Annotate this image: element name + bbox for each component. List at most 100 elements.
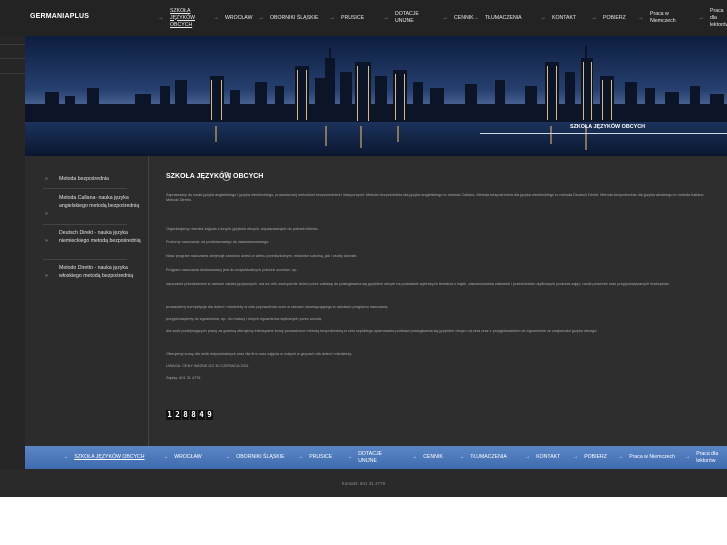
nav-item[interactable]: → SZKOŁA JĘZYKÓW OBCYCH xyxy=(158,0,208,36)
city-skyline-image xyxy=(25,36,727,156)
double-arrow-right-icon: » xyxy=(45,176,48,182)
nav-item-label: CENNIK xyxy=(454,14,474,21)
arrow-right-icon: → xyxy=(213,14,219,21)
bottom-nav-item[interactable]: → Praca dla lektorów xyxy=(685,446,725,469)
bottom-nav-item-label: WROCŁAW xyxy=(174,454,202,460)
arrow-right-icon: → xyxy=(573,454,579,460)
arrow-right-icon: → xyxy=(473,14,479,21)
arrow-right-icon: → xyxy=(459,454,465,460)
nav-item[interactable]: → DOTACJE UNIJNE xyxy=(383,0,438,36)
bottom-nav-item[interactable]: → POBIERZ xyxy=(573,446,613,469)
bottom-nav-item[interactable]: → DOTACJE UNIJNE xyxy=(347,446,402,469)
arrow-right-icon: → xyxy=(442,14,448,21)
content-paragraph: prowadzimy korepetycje dla dzieci i młod… xyxy=(166,305,389,309)
content-paragraph: dla osób podejmujących pracę za granicą … xyxy=(166,329,598,333)
banner: SZKOŁA JĘZYKÓW OBCYCH xyxy=(25,36,727,156)
content-paragraph: Nasz program nauczania obejmuje zarówno … xyxy=(166,254,358,258)
arrow-right-icon: → xyxy=(540,14,546,21)
arrow-right-icon: → xyxy=(225,454,231,460)
nav-item-label: TŁUMACZENIA xyxy=(485,14,522,21)
nav-item[interactable]: → Praca w Niemczech xyxy=(638,0,693,36)
bottom-left-band xyxy=(0,446,25,469)
bottom-nav-item[interactable]: → OBORNIKI ŚLĄSKIE xyxy=(225,446,290,469)
content-paragraph: Organizujemy również zajęcia z innych ję… xyxy=(166,227,319,231)
nav-item-label: OBORNIKI ŚLĄSKIE xyxy=(270,14,319,21)
page-title: SZKOŁA JĘZYKÓW OBCYCH xyxy=(166,173,264,180)
arrow-right-icon: → xyxy=(298,454,304,460)
content-paragraph: przygotowujemy do egzaminów, np.: do mat… xyxy=(166,317,322,321)
nav-item-label: Praca dla lektorów xyxy=(710,7,727,28)
arrow-right-icon: → xyxy=(638,14,644,21)
bottom-nav-item-label: Praca w Niemczech xyxy=(629,454,676,460)
arrow-right-icon: → xyxy=(347,454,353,460)
nav-item-label: WROCŁAW xyxy=(225,14,253,21)
arrow-right-icon: → xyxy=(63,454,69,460)
arrow-right-icon: → xyxy=(258,14,264,21)
counter-digit: 2 xyxy=(174,410,181,420)
double-arrow-right-icon: » xyxy=(45,238,48,244)
counter-digit: 9 xyxy=(206,410,213,420)
nav-item-label: DOTACJE UNIJNE xyxy=(395,11,419,24)
bottom-nav-item-label: OBORNIKI ŚLĄSKIE xyxy=(236,454,285,460)
nav-item-label: SZKOŁA JĘZYKÓW OBCYCH xyxy=(170,7,196,28)
content-paragraph: Oferujemy kursy dla osób indywidualnych … xyxy=(166,352,353,356)
main-content: SZKOŁA JĘZYKÓW OBCYCH ✓ Zapraszamy do na… xyxy=(150,156,727,446)
content-paragraph: Zapisy: 601 31 4776 xyxy=(166,376,201,380)
nav-item[interactable]: → Praca dla lektorów xyxy=(698,0,727,36)
nav-item[interactable]: → POBIERZ xyxy=(591,0,635,36)
bottom-nav-item[interactable]: → WROCŁAW xyxy=(163,446,218,469)
nav-item[interactable]: → WROCŁAW xyxy=(213,0,253,36)
double-arrow-right-icon: » xyxy=(45,273,48,279)
bottom-nav-item[interactable]: → CENNIK xyxy=(412,446,452,469)
nav-item[interactable]: → OBORNIKI ŚLĄSKIE xyxy=(258,0,323,36)
nav-item[interactable]: → KONTAKT xyxy=(540,0,586,36)
arrow-right-icon: → xyxy=(591,14,597,21)
bottom-nav-item[interactable]: → SZKOŁA JĘZYKÓW OBCYCH xyxy=(63,446,153,469)
content-paragraph: nauczanie przedszkolne w ramach zabaw ję… xyxy=(166,282,670,286)
arrow-right-icon: → xyxy=(698,14,704,21)
nav-item[interactable]: → TŁUMACZENIA xyxy=(473,0,533,36)
left-band xyxy=(0,156,25,446)
nav-item[interactable]: → CENNIK xyxy=(442,0,474,36)
sidebar-item-label: Metodo Diretto - nauka języka włoskiego … xyxy=(59,265,134,279)
footer-contact: Kontakt: 601 31 4776 xyxy=(341,481,386,486)
arrow-right-icon: → xyxy=(685,454,691,460)
bottom-nav-item[interactable]: → Praca w Niemczech xyxy=(618,446,676,469)
sidebar-item[interactable]: » Metoda bezpośrednia xyxy=(43,175,149,183)
double-arrow-right-icon: » xyxy=(45,211,48,217)
content-paragraph: UWAGA: CENY WAŻNE DO 30 CZERWCA 2011 xyxy=(166,364,249,368)
arrow-right-icon: → xyxy=(618,454,624,460)
sidebar-item-label: Metoda bezpośrednia xyxy=(59,176,109,182)
nav-item-label: Praca w Niemczech xyxy=(650,11,676,24)
counter-digit: 8 xyxy=(182,410,189,420)
content-paragraph: Poziomy nauczania: od podstawowego do za… xyxy=(166,240,270,244)
bottom-nav-item-label: SZKOŁA JĘZYKÓW OBCYCH xyxy=(74,454,145,460)
bottom-nav-item[interactable]: → TŁUMACZENIA xyxy=(459,446,519,469)
bottom-nav: → SZKOŁA JĘZYKÓW OBCYCH → WROCŁAW → OBORNIKI … xyxy=(25,446,727,469)
site: GERMANIAPLUS → SZKOŁA JĘZYKÓW OBCYCH → WROC… xyxy=(0,0,727,497)
bottom-nav-item[interactable]: → KONTAKT xyxy=(525,446,570,469)
content-paragraph: Zapraszamy do nauki języka angielskiego … xyxy=(166,193,704,203)
top-bar: GERMANIAPLUS → SZKOŁA JĘZYKÓW OBCYCH → WROC… xyxy=(0,0,727,36)
sidebar-item-label: Metoda Callana- nauka języka angielskieg… xyxy=(59,195,140,209)
nav-item-label: KONTAKT xyxy=(552,14,577,21)
nav-item-label: POBIERZ xyxy=(603,14,626,21)
arrow-right-icon: → xyxy=(412,454,418,460)
sidebar-item[interactable]: » Metodo Diretto - nauka języka włoskieg… xyxy=(43,264,149,280)
banner-caption: SZKOŁA JĘZYKÓW OBCYCH xyxy=(570,124,645,130)
bottom-nav-item-label: Praca dla lektorów xyxy=(696,450,719,464)
bottom-nav-item[interactable]: → PRUSICE xyxy=(298,446,343,469)
site-logo[interactable]: GERMANIAPLUS xyxy=(30,13,89,20)
counter-digit: 4 xyxy=(198,410,205,420)
bottom-nav-item-label: POBIERZ xyxy=(584,454,607,460)
sidebar-item[interactable]: » Metoda Callana- nauka języka angielski… xyxy=(43,194,149,217)
sidebar-item[interactable]: » Deutsch Direkt - nauka języka niemieck… xyxy=(43,229,149,245)
footer: Kontakt: 601 31 4776 xyxy=(0,469,727,497)
nav-item[interactable]: → PRUSICE xyxy=(329,0,379,36)
nav-item-label: PRUSICE xyxy=(341,14,365,21)
bottom-nav-item-label: DOTACJE UNIJNE xyxy=(358,450,383,464)
visit-counter: 128849 xyxy=(166,410,213,420)
left-stripe xyxy=(0,36,25,156)
counter-digit: 1 xyxy=(166,410,173,420)
arrow-right-icon: → xyxy=(525,454,531,460)
